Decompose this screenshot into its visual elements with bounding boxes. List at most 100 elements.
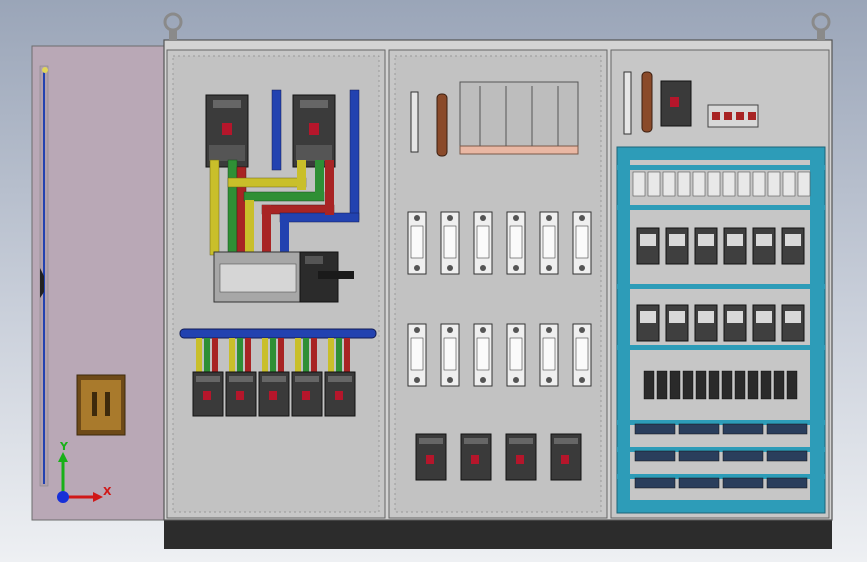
terminal-group [634,477,676,489]
interface-module [721,370,733,400]
cable-duct-top [459,81,579,155]
drop-busbar [328,338,334,374]
y-axis-label: Y [60,440,68,453]
relay-module[interactable] [694,227,718,265]
fuse-holder[interactable] [539,211,559,275]
main-breaker[interactable] [205,94,249,168]
mini-breaker-group[interactable] [707,104,759,128]
terminal-block [782,171,796,197]
outgoing-breaker[interactable] [225,371,257,417]
fuse-holder[interactable] [407,323,427,387]
feeder-breaker[interactable] [460,433,492,481]
interface-module [760,370,772,400]
terminal-group [634,423,676,435]
drop-busbar [311,338,317,374]
interface-module [773,370,785,400]
fuse-holder[interactable] [440,323,460,387]
din-rail [617,345,825,350]
cad-viewport[interactable] [0,0,867,562]
terminal-block [722,171,736,197]
drop-busbar [295,338,301,374]
drop-busbar [245,338,251,374]
terminal-block [737,171,751,197]
feeder-breaker[interactable] [415,433,447,481]
relay-module[interactable] [723,227,747,265]
relay-module[interactable] [723,304,747,342]
fuse-holder[interactable] [572,211,592,275]
neutral-busbar [179,328,377,339]
outgoing-breaker[interactable] [324,371,356,417]
fuse-holder[interactable] [473,323,493,387]
door-top-pin-icon [42,67,48,73]
drop-busbar [229,338,235,374]
terminal-block [692,171,706,197]
terminal-block [707,171,721,197]
terminal-block [632,171,646,197]
terminal-strip [623,71,632,135]
drop-busbar [278,338,284,374]
interface-module [786,370,798,400]
drop-busbar [262,338,268,374]
relay-module[interactable] [636,304,660,342]
control-breaker[interactable] [660,80,692,127]
fuse-holder[interactable] [506,323,526,387]
outgoing-breaker[interactable] [258,371,290,417]
fuse-holder[interactable] [473,211,493,275]
drop-busbar [212,338,218,374]
relay-module[interactable] [665,227,689,265]
fuse-holder[interactable] [572,323,592,387]
fuse-holder[interactable] [440,211,460,275]
terminal-block [647,171,661,197]
fuse-holder[interactable] [539,323,559,387]
feeder-breaker[interactable] [505,433,537,481]
terminal-block [662,171,676,197]
interface-module [747,370,759,400]
door-pocket [76,374,126,436]
interface-module [669,370,681,400]
terminal-group [722,423,764,435]
terminal-group [722,477,764,489]
relay-module[interactable] [781,304,805,342]
drop-busbar [270,338,276,374]
din-rail [617,284,825,289]
copper-earth-bar [436,93,448,157]
relay-module[interactable] [752,304,776,342]
terminal-group [766,477,808,489]
isolator-switch[interactable] [213,251,354,303]
terminal-group [678,477,720,489]
drop-busbar [344,338,350,374]
interface-module [656,370,668,400]
drop-busbar [196,338,202,374]
main-breaker[interactable] [292,94,336,168]
lifting-eye-icon [163,12,183,32]
terminal-block [677,171,691,197]
left-power-section[interactable] [166,49,386,519]
drop-busbar [303,338,309,374]
interface-module [734,370,746,400]
relay-module[interactable] [694,304,718,342]
fuse-holder[interactable] [506,211,526,275]
cabinet-door[interactable] [31,45,165,521]
relay-module[interactable] [636,227,660,265]
outgoing-breaker[interactable] [192,371,224,417]
terminal-group [766,450,808,462]
din-rail [617,205,825,210]
terminal-group [678,450,720,462]
feeder-breaker[interactable] [550,433,582,481]
relay-module[interactable] [665,304,689,342]
interface-module [682,370,694,400]
interface-module [695,370,707,400]
terminal-group [634,450,676,462]
relay-module[interactable] [752,227,776,265]
relay-module[interactable] [781,227,805,265]
right-control-section[interactable] [610,49,830,519]
terminal-group [722,450,764,462]
lifting-eye-icon [811,12,831,32]
middle-switch-section[interactable] [388,49,608,519]
drop-busbar [237,338,243,374]
interface-module [643,370,655,400]
interface-module [708,370,720,400]
fuse-holder[interactable] [407,211,427,275]
terminal-block [797,171,811,197]
outgoing-breaker[interactable] [291,371,323,417]
